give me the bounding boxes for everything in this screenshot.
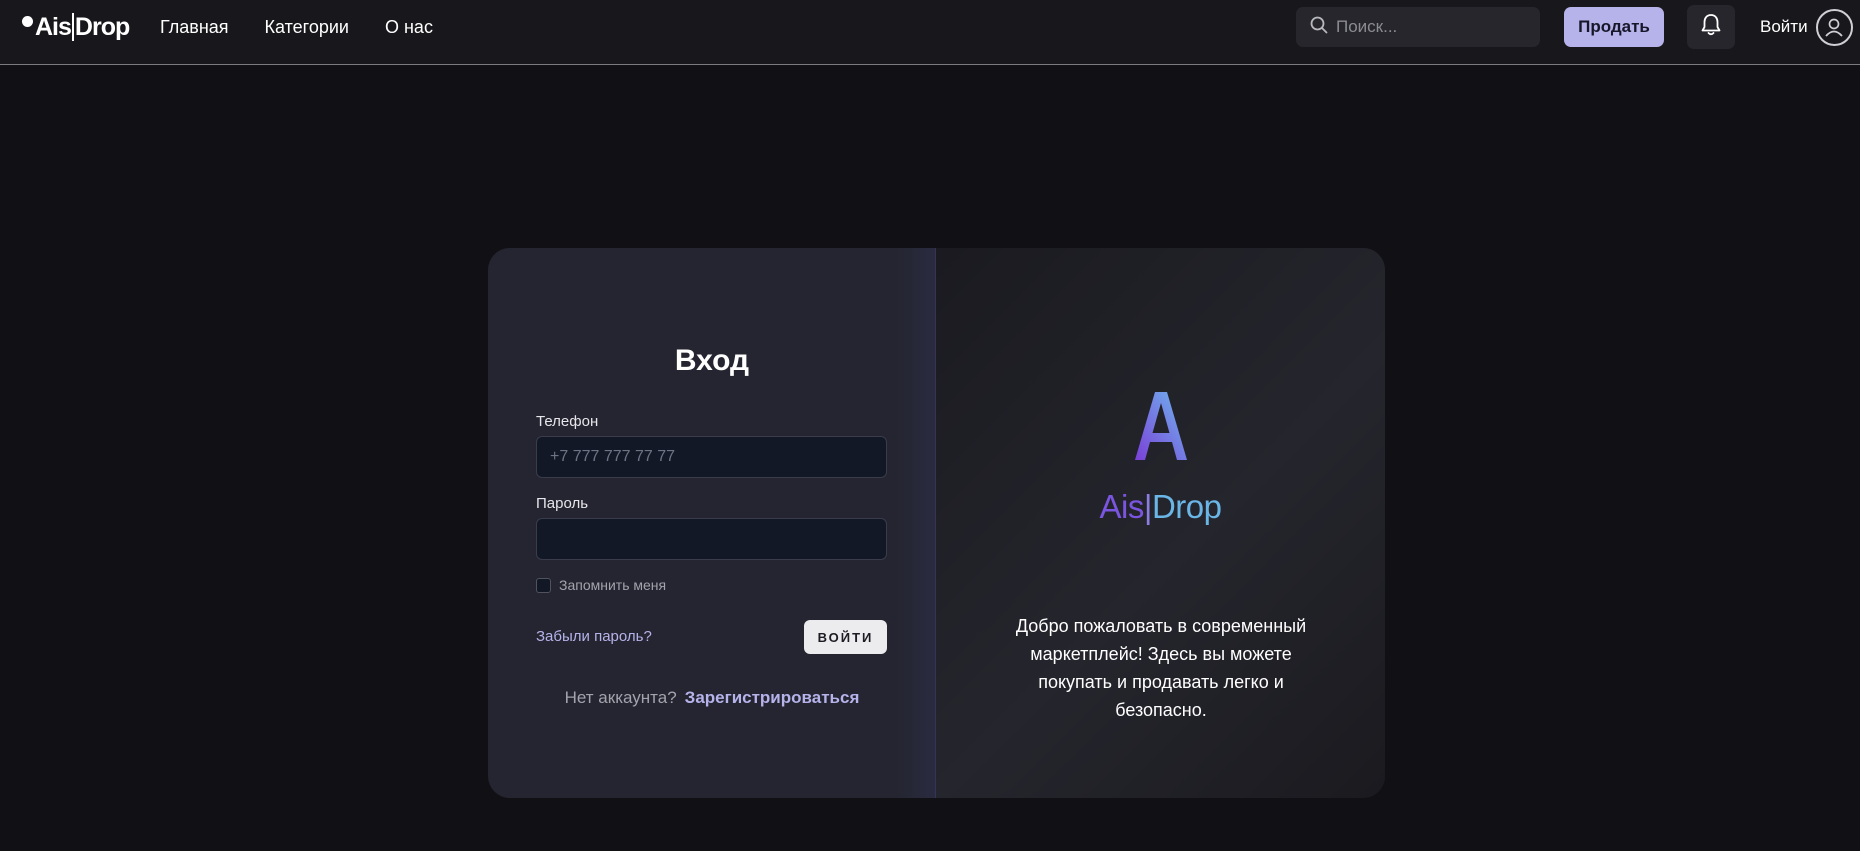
password-input[interactable] xyxy=(536,518,887,560)
nav-item-about[interactable]: О нас xyxy=(385,17,433,38)
search-icon xyxy=(1310,16,1328,39)
nav-item-categories[interactable]: Категории xyxy=(265,17,349,38)
logo-divider xyxy=(71,13,74,41)
main-nav: Главная Категории О нас xyxy=(160,0,433,55)
header-login-button[interactable]: Войти xyxy=(1760,8,1853,46)
brand-name: Ais|Drop xyxy=(936,488,1385,526)
remember-me[interactable]: Запомнить меня xyxy=(536,577,666,593)
sell-button[interactable]: Продать xyxy=(1564,7,1664,47)
logo-text-drop: Drop xyxy=(74,12,130,41)
brand-logo-mark xyxy=(936,388,1385,464)
site-logo[interactable]: Ais Drop xyxy=(22,12,130,42)
form-title: Вход xyxy=(674,344,750,377)
register-link[interactable]: Зарегистрироваться xyxy=(685,688,860,708)
logo-dot xyxy=(22,15,33,27)
welcome-text: Добро пожаловать в современный маркетпле… xyxy=(1015,616,1307,720)
phone-label: Телефон xyxy=(536,413,599,430)
promo-panel: Ais|Drop Добро пожаловать в современный … xyxy=(936,248,1385,798)
login-card: Вход Телефон Пароль Запомнить меня Забыл… xyxy=(488,248,1385,798)
forgot-password-link[interactable]: Забыли пароль? xyxy=(536,628,652,645)
login-submit-button[interactable]: ВОЙТИ xyxy=(804,620,887,654)
register-row: Нет аккаунта? Зарегистрироваться xyxy=(488,688,936,708)
remember-checkbox[interactable] xyxy=(536,577,551,593)
login-form-panel: Вход Телефон Пароль Запомнить меня Забыл… xyxy=(488,248,936,798)
brand-name-drop: Drop xyxy=(1151,488,1222,525)
user-icon xyxy=(1815,8,1853,46)
remember-label: Запомнить меня xyxy=(559,577,667,593)
phone-input[interactable] xyxy=(536,436,887,478)
notifications-button[interactable] xyxy=(1687,5,1735,49)
nav-item-home[interactable]: Главная xyxy=(160,17,229,38)
no-account-text: Нет аккаунта? xyxy=(564,688,677,707)
search-input[interactable] xyxy=(1336,17,1526,37)
brand-name-ais: Ais xyxy=(1099,488,1145,525)
header-login-label: Войти xyxy=(1760,17,1808,36)
search-box[interactable] xyxy=(1296,7,1540,47)
logo-text-ais: Ais xyxy=(35,12,72,41)
password-label: Пароль xyxy=(536,495,589,512)
top-navigation-bar: Ais Drop Главная Категории О нас Продать… xyxy=(0,0,1860,65)
bell-icon xyxy=(1700,13,1722,42)
brand-name-divider: | xyxy=(1143,488,1153,525)
